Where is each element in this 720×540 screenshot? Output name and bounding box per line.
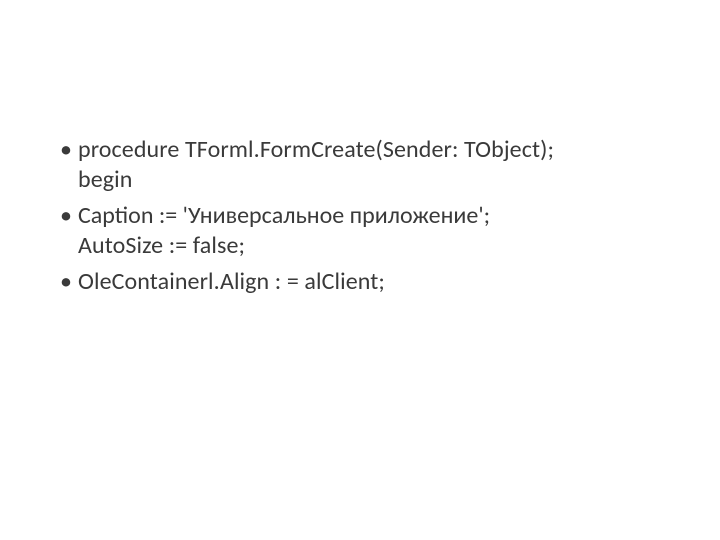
- list-item: Caption := 'Универсальное приложение'; A…: [60, 201, 660, 261]
- code-line: begin: [78, 165, 660, 195]
- bullet-list: procedure TForml.FormCreate(Sender: TObj…: [60, 135, 660, 297]
- slide-body: procedure TForml.FormCreate(Sender: TObj…: [0, 0, 720, 540]
- code-line: OleContainerl.Align : = alClient;: [78, 267, 660, 297]
- code-line: AutoSize := false;: [78, 231, 660, 261]
- code-line: Caption := 'Универсальное приложение';: [78, 201, 660, 231]
- code-line: procedure TForml.FormCreate(Sender: TObj…: [78, 135, 660, 165]
- list-item: procedure TForml.FormCreate(Sender: TObj…: [60, 135, 660, 195]
- list-item: OleContainerl.Align : = alClient;: [60, 267, 660, 297]
